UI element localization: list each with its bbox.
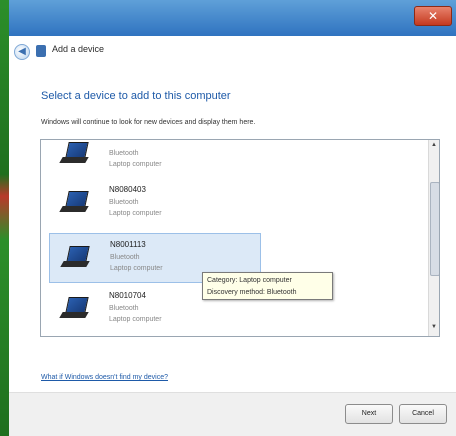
device-name: N8001113 [110, 240, 146, 249]
device-type: Bluetooth [109, 150, 139, 157]
laptop-icon [59, 297, 89, 323]
device-tooltip: Category: Laptop computer Discovery meth… [202, 272, 333, 300]
help-link[interactable]: What if Windows doesn't find my device? [41, 374, 168, 381]
next-button[interactable]: Next [345, 404, 393, 424]
device-type: Bluetooth [109, 199, 139, 206]
device-category: Laptop computer [109, 316, 162, 323]
page-heading: Select a device to add to this computer [41, 90, 231, 102]
dialog-title: Add a device [52, 44, 105, 54]
device-type: Bluetooth [109, 305, 139, 312]
device-item[interactable]: N8080403 Bluetooth Laptop computer [49, 179, 259, 227]
list-scrollbar[interactable]: ▲ ▼ [428, 140, 439, 336]
tooltip-category: Category: Laptop computer [207, 277, 292, 284]
scroll-thumb[interactable] [430, 182, 439, 276]
device-category: Laptop computer [109, 161, 162, 168]
laptop-icon [60, 246, 90, 272]
device-category: Laptop computer [110, 265, 163, 272]
device-name: N8080403 [109, 185, 146, 194]
bluetooth-device-icon [36, 45, 46, 57]
scroll-up-icon[interactable]: ▲ [430, 142, 438, 152]
page-subtext: Windows will continue to look for new de… [41, 119, 256, 126]
window-titlebar[interactable]: ✕ [9, 0, 456, 36]
device-item[interactable]: Bluetooth Laptop computer [49, 140, 259, 178]
device-category: Laptop computer [109, 210, 162, 217]
device-name: N8010704 [109, 291, 146, 300]
back-arrow-icon: ◀ [18, 46, 26, 57]
laptop-icon [59, 142, 89, 168]
back-button[interactable]: ◀ [14, 44, 30, 60]
close-button[interactable]: ✕ [414, 6, 452, 26]
background-strip [0, 0, 9, 436]
close-icon: ✕ [427, 9, 439, 23]
laptop-icon [59, 191, 89, 217]
scroll-down-icon[interactable]: ▼ [430, 324, 438, 334]
device-list[interactable]: Bluetooth Laptop computer N8080403 Bluet… [40, 139, 440, 337]
device-type: Bluetooth [110, 254, 140, 261]
tooltip-method: Discovery method: Bluetooth [207, 289, 297, 296]
cancel-button[interactable]: Cancel [399, 404, 447, 424]
